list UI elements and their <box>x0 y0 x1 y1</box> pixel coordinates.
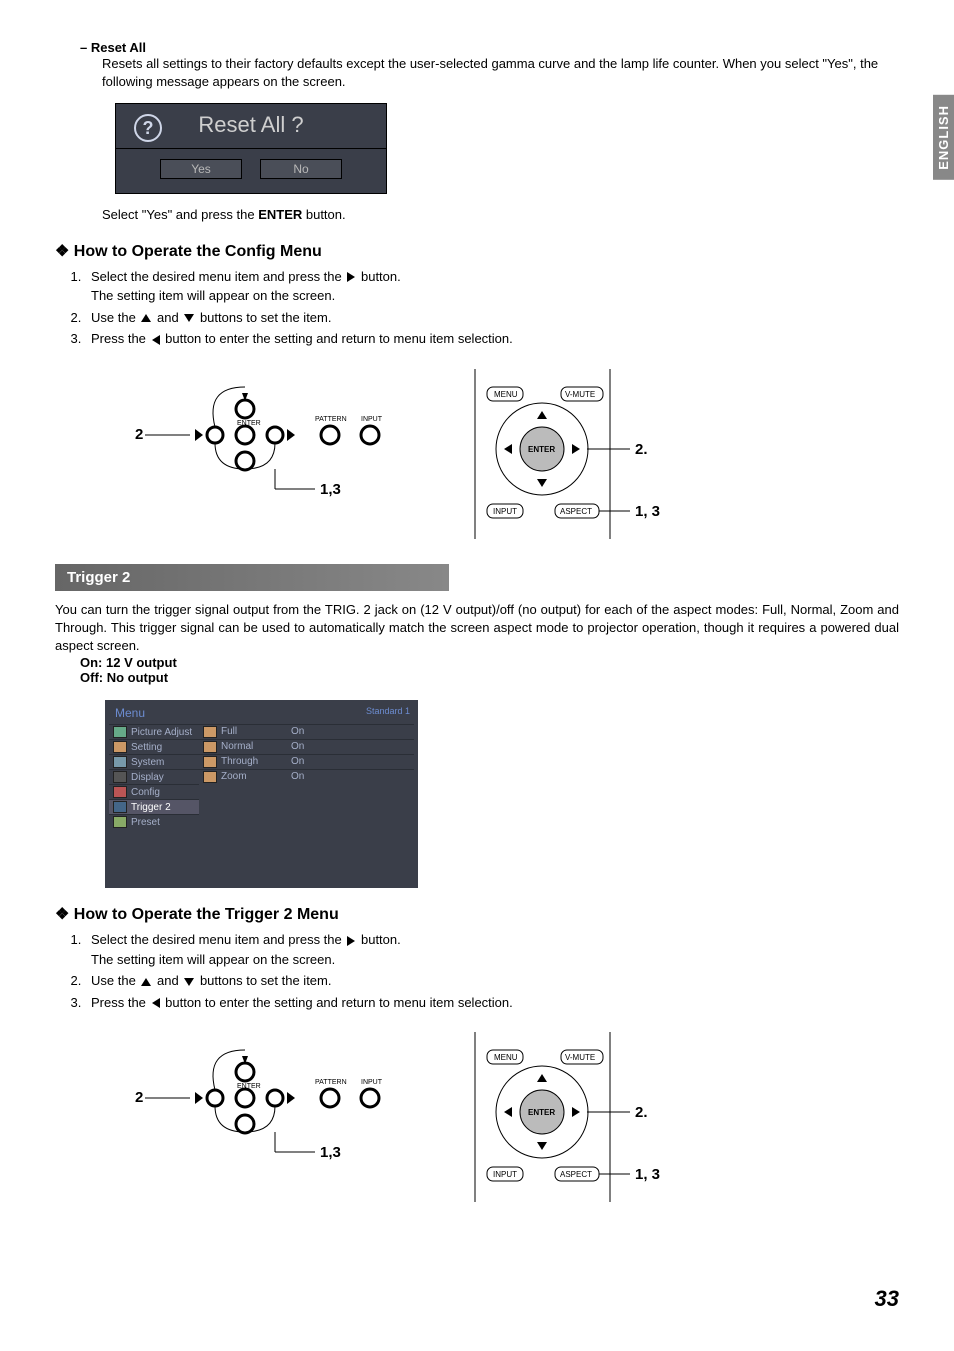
trigger2-heading: Trigger 2 <box>55 564 449 591</box>
trigger-on: On: 12 V output <box>80 655 899 670</box>
svg-text:2.: 2. <box>635 441 648 458</box>
svg-text:ENTER: ENTER <box>528 445 555 454</box>
config-heading: How to Operate the Config Menu <box>55 241 899 261</box>
svg-text:MENU: MENU <box>494 390 518 399</box>
svg-text:PATTERN: PATTERN <box>315 1079 347 1086</box>
svg-text:ENTER: ENTER <box>528 1108 555 1117</box>
menu-mode: Standard 1 <box>366 706 410 716</box>
svg-text:2.: 2. <box>635 1104 648 1121</box>
trigger-step-1: Select the desired menu item and press t… <box>85 930 899 969</box>
control-panel-diagram-2: ENTER MENU V-MUTE INPUT ASPECT 2. 1, 3 <box>465 1032 755 1202</box>
svg-text:INPUT: INPUT <box>493 507 517 516</box>
svg-text:ASPECT: ASPECT <box>560 507 592 516</box>
svg-text:1,3: 1,3 <box>320 1144 341 1161</box>
config-step-3: Press the button to enter the setting an… <box>85 329 899 349</box>
svg-text:1, 3: 1, 3 <box>635 1166 660 1183</box>
svg-text:ENTER: ENTER <box>237 1083 261 1090</box>
svg-text:MENU: MENU <box>494 1053 518 1062</box>
svg-text:V-MUTE: V-MUTE <box>565 1053 595 1062</box>
svg-text:V-MUTE: V-MUTE <box>565 390 595 399</box>
svg-text:2: 2 <box>135 1089 143 1106</box>
remote-diagram-2: 2 ENTER PATTERN INPUT 1,3 <box>115 1032 405 1202</box>
down-arrow-icon <box>184 978 194 986</box>
svg-text:ASPECT: ASPECT <box>560 1170 592 1179</box>
trigger-ops-heading: How to Operate the Trigger 2 Menu <box>55 904 899 924</box>
dialog-title: ? Reset All ? <box>116 104 386 149</box>
trigger-off: Off: No output <box>80 670 899 685</box>
dialog-title-text: Reset All ? <box>198 112 303 137</box>
down-arrow-icon <box>184 314 194 322</box>
config-step-1: Select the desired menu item and press t… <box>85 267 899 306</box>
menu-left-col: Picture Adjust Setting System Display Co… <box>109 724 199 829</box>
svg-text:2: 2 <box>135 426 143 443</box>
yes-button[interactable]: Yes <box>160 159 242 179</box>
svg-text:INPUT: INPUT <box>361 1079 383 1086</box>
reset-dialog: ? Reset All ? Yes No <box>115 103 387 194</box>
svg-text:PATTERN: PATTERN <box>315 416 347 423</box>
left-arrow-icon <box>152 335 160 345</box>
trigger-ops-steps: Select the desired menu item and press t… <box>55 930 899 1012</box>
control-panel-diagram: ENTER MENU V-MUTE INPUT ASPECT 2. 1, 3 <box>465 369 755 539</box>
menu-title: Menu <box>115 706 408 720</box>
osd-menu: Menu Standard 1 Picture Adjust Setting S… <box>105 700 418 888</box>
config-steps: Select the desired menu item and press t… <box>55 267 899 349</box>
remote-diagram: 2 ENTER PATTERN INPUT 1,3 <box>115 369 405 539</box>
svg-text:ENTER: ENTER <box>237 420 261 427</box>
right-arrow-icon <box>347 936 355 946</box>
reset-all-body: Resets all settings to their factory def… <box>102 55 899 91</box>
svg-text:1, 3: 1, 3 <box>635 503 660 520</box>
up-arrow-icon <box>141 314 151 322</box>
reset-after-text: Select "Yes" and press the ENTER button. <box>102 206 899 224</box>
svg-text:1,3: 1,3 <box>320 481 341 498</box>
no-button[interactable]: No <box>260 159 342 179</box>
left-arrow-icon <box>152 998 160 1008</box>
trigger2-body: You can turn the trigger signal output f… <box>55 601 899 656</box>
menu-right-col: FullOn NormalOn ThroughOn ZoomOn <box>199 724 414 829</box>
config-step-2: Use the and buttons to set the item. <box>85 308 899 328</box>
right-arrow-icon <box>347 272 355 282</box>
language-tab: ENGLISH <box>933 95 954 180</box>
question-icon: ? <box>134 114 162 142</box>
svg-text:INPUT: INPUT <box>361 416 383 423</box>
svg-text:INPUT: INPUT <box>493 1170 517 1179</box>
reset-all-heading: – Reset All <box>80 40 899 55</box>
trigger-step-3: Press the button to enter the setting an… <box>85 993 899 1013</box>
page-number: 33 <box>875 1286 899 1312</box>
trigger-step-2: Use the and buttons to set the item. <box>85 971 899 991</box>
up-arrow-icon <box>141 978 151 986</box>
